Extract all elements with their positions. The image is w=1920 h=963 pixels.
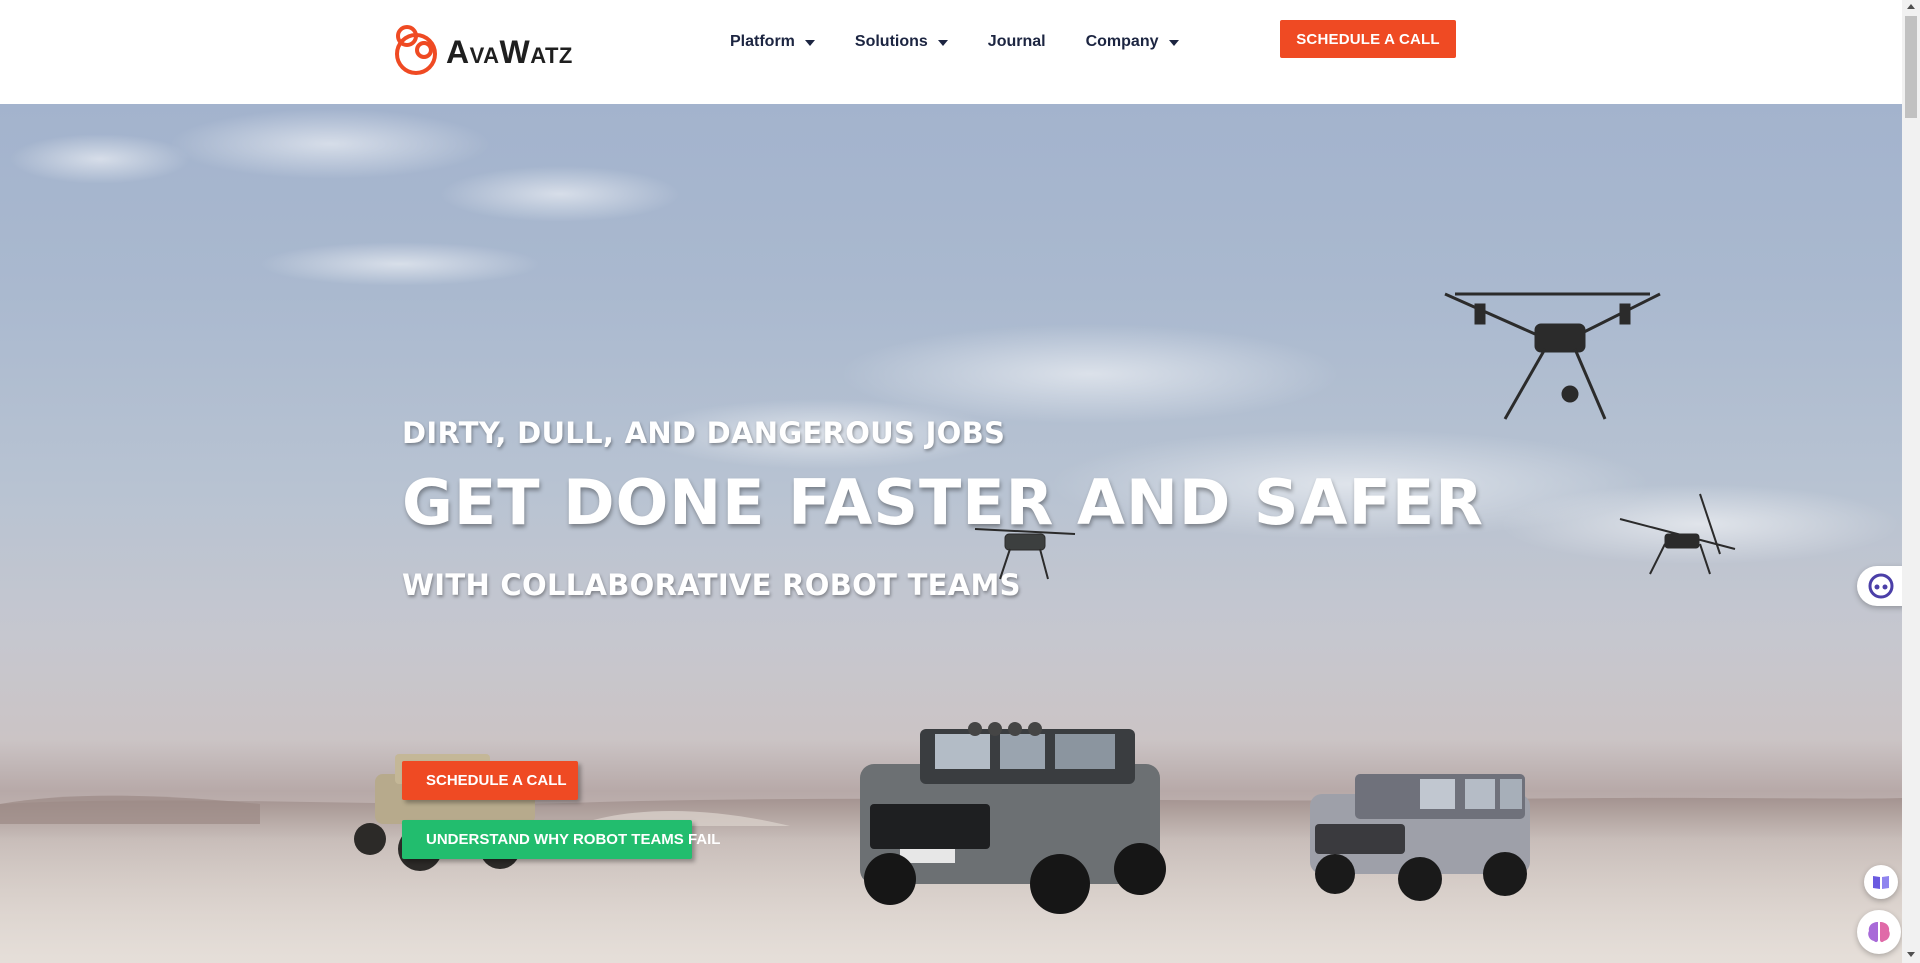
caret-down-icon	[1168, 40, 1179, 46]
hero-section: DIRTY, DULL, AND DANGEROUS JOBS GET DONE…	[0, 104, 1902, 963]
site-header: AvaWatz Platform Solutions Journal Compa…	[0, 0, 1902, 104]
robot-teams-fail-button[interactable]: UNDERSTAND WHY ROBOT TEAMS FAIL	[402, 820, 720, 859]
hero-eyebrow: DIRTY, DULL, AND DANGEROUS JOBS	[402, 416, 1006, 450]
hero-headline: GET DONE FASTER AND SAFER	[402, 466, 1484, 539]
ai-assistant-button[interactable]	[1857, 910, 1901, 954]
avawatz-rings-logo-icon	[395, 25, 437, 75]
nav-item-company[interactable]: Company	[1086, 30, 1179, 54]
chat-bot-icon	[1868, 573, 1894, 599]
caret-down-icon	[937, 40, 948, 46]
nav-item-label: Company	[1085, 33, 1159, 50]
book-icon	[1873, 876, 1889, 889]
hero-subhead: WITH COLLABORATIVE ROBOT TEAMS	[402, 568, 1021, 602]
page-scrollbar[interactable]	[1902, 0, 1920, 963]
nav-item-journal[interactable]: Journal	[988, 30, 1046, 54]
brand-logo[interactable]: AvaWatz	[390, 24, 573, 76]
chat-widget-button[interactable]	[1857, 566, 1905, 606]
main-nav: Platform Solutions Journal Company	[730, 30, 1219, 54]
nav-item-solutions[interactable]: Solutions	[855, 30, 948, 54]
header-schedule-call-button[interactable]: SCHEDULE A CALL	[1280, 20, 1456, 58]
caret-down-icon	[804, 40, 815, 46]
nav-item-label: Platform	[730, 33, 795, 50]
brand-name: AvaWatz	[446, 33, 573, 70]
nav-item-label: Solutions	[854, 33, 928, 50]
scrollbar-thumb[interactable]	[1905, 16, 1917, 118]
nav-item-label: Journal	[987, 33, 1046, 50]
hero-schedule-call-button[interactable]: SCHEDULE A CALL	[402, 761, 578, 800]
scroll-up-arrow-icon[interactable]	[1907, 4, 1915, 9]
reader-widget-button[interactable]	[1864, 865, 1898, 899]
brain-icon	[1868, 922, 1890, 943]
nav-item-platform[interactable]: Platform	[730, 30, 815, 54]
scroll-down-arrow-icon[interactable]	[1907, 952, 1915, 957]
